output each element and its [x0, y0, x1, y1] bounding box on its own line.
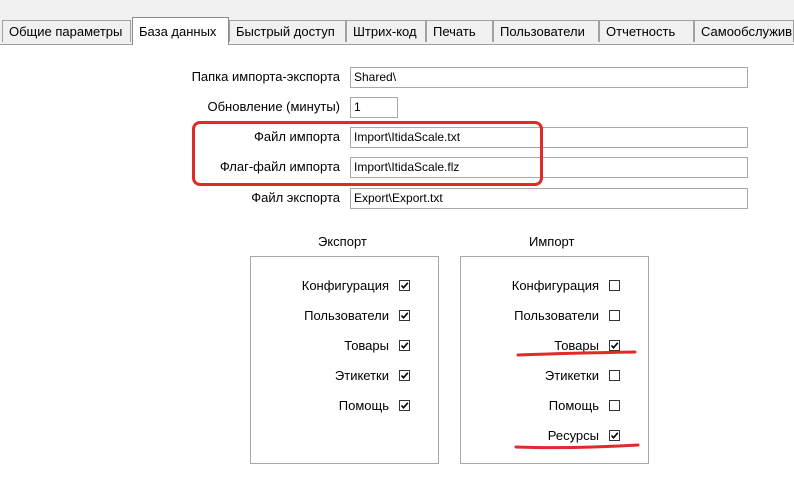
import-file-input[interactable]: Import\ItidaScale.txt	[350, 127, 748, 148]
import-goods-label: Товары	[554, 338, 599, 353]
import-group-title: Импорт	[529, 234, 575, 249]
refresh-minutes-label: Обновление (минуты)	[207, 99, 340, 114]
refresh-minutes-input[interactable]: 1	[350, 97, 398, 118]
import-configuration-label: Конфигурация	[511, 278, 599, 293]
import-group: Конфигурация Пользователи Товары Этикетк…	[460, 256, 649, 464]
import-export-folder-label: Папка импорта-экспорта	[191, 69, 340, 84]
export-file-label: Файл экспорта	[251, 190, 340, 205]
export-configuration-checkbox[interactable]	[399, 280, 410, 291]
import-users-label: Пользователи	[514, 308, 599, 323]
import-configuration-checkbox[interactable]	[609, 280, 620, 291]
import-help-label: Помощь	[548, 398, 599, 413]
import-resources-label: Ресурсы	[547, 428, 599, 443]
tab-print[interactable]: Печать	[426, 20, 493, 42]
export-help-checkbox[interactable]	[399, 400, 410, 411]
import-flag-file-input[interactable]: Import\ItidaScale.flz	[350, 157, 748, 178]
tab-database[interactable]: База данных	[132, 17, 229, 45]
export-goods-checkbox[interactable]	[399, 340, 410, 351]
export-labels-label: Этикетки	[334, 368, 389, 383]
import-users-checkbox[interactable]	[609, 310, 620, 321]
tab-self-service[interactable]: Самообслужив	[694, 20, 794, 42]
export-configuration-label: Конфигурация	[301, 278, 389, 293]
tab-barcode[interactable]: Штрих-код	[346, 20, 426, 42]
tab-quick-access[interactable]: Быстрый доступ	[229, 20, 346, 42]
import-goods-checkbox[interactable]	[609, 340, 620, 351]
export-group: Конфигурация Пользователи Товары Этикетк…	[250, 256, 439, 464]
import-file-label: Файл импорта	[253, 129, 340, 144]
import-export-folder-input[interactable]: Shared\	[350, 67, 748, 88]
tab-bar: Общие параметры База данных Быстрый дост…	[0, 0, 794, 45]
export-users-checkbox[interactable]	[399, 310, 410, 321]
tab-users[interactable]: Пользователи	[493, 20, 599, 42]
tab-general[interactable]: Общие параметры	[2, 20, 131, 42]
export-file-input[interactable]: Export\Export.txt	[350, 188, 748, 209]
import-labels-checkbox[interactable]	[609, 370, 620, 381]
import-help-checkbox[interactable]	[609, 400, 620, 411]
import-flag-file-label: Флаг-файл импорта	[219, 159, 340, 174]
export-goods-label: Товары	[344, 338, 389, 353]
tab-reporting[interactable]: Отчетность	[599, 20, 694, 42]
export-labels-checkbox[interactable]	[399, 370, 410, 381]
export-users-label: Пользователи	[304, 308, 389, 323]
import-labels-label: Этикетки	[544, 368, 599, 383]
import-resources-checkbox[interactable]	[609, 430, 620, 441]
export-help-label: Помощь	[338, 398, 389, 413]
export-group-title: Экспорт	[318, 234, 367, 249]
